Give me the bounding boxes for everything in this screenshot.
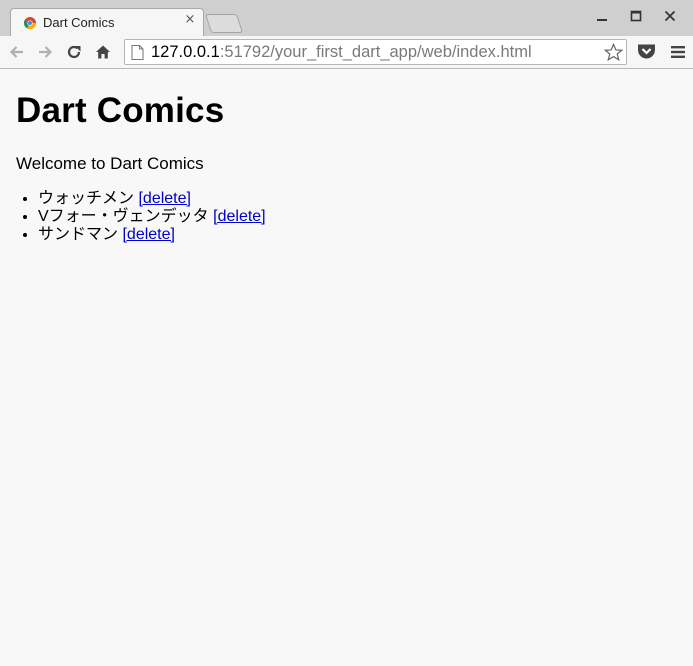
reload-button[interactable] — [63, 41, 85, 63]
forward-button[interactable] — [34, 41, 56, 63]
page-content: Dart Comics Welcome to Dart Comics ウォッチメ… — [0, 69, 693, 666]
browser-toolbar: 127.0.0.1:51792/your_first_dart_app/web/… — [0, 36, 693, 69]
forward-arrow-icon — [39, 46, 53, 58]
delete-link[interactable]: [delete] — [122, 226, 174, 243]
comics-list: ウォッチメン [delete] Vフォー・ヴェンデッタ [delete] サンド… — [16, 190, 266, 244]
title-bar: Dart Comics × — [0, 0, 693, 36]
new-tab-button[interactable] — [204, 14, 244, 33]
list-item: Vフォー・ヴェンデッタ [delete] — [38, 208, 266, 226]
reload-icon — [67, 45, 81, 59]
url-host: 127.0.0.1 — [151, 43, 220, 61]
window-controls — [585, 6, 687, 26]
comic-title: サンドマン — [38, 226, 119, 243]
comic-title: Vフォー・ヴェンデッタ — [38, 208, 209, 225]
tab-close-icon[interactable]: × — [183, 12, 197, 27]
page-icon — [131, 45, 144, 60]
list-item: サンドマン [delete] — [38, 226, 266, 244]
back-button[interactable] — [6, 41, 28, 63]
maximize-icon — [630, 10, 642, 22]
tab-title: Dart Comics — [43, 15, 115, 30]
tab-dart-comics[interactable]: Dart Comics × — [10, 8, 204, 36]
maximize-button[interactable] — [619, 6, 653, 26]
delete-link[interactable]: [delete] — [213, 208, 265, 225]
minimize-icon — [597, 19, 607, 21]
minimize-button[interactable] — [585, 6, 619, 26]
comic-title: ウォッチメン — [38, 190, 135, 207]
back-arrow-icon — [9, 46, 23, 58]
chrome-favicon-icon — [24, 17, 36, 29]
hamburger-menu-icon[interactable] — [671, 45, 685, 59]
url-path: :51792/your_first_dart_app/web/index.htm… — [219, 43, 532, 61]
close-icon — [664, 10, 676, 22]
list-item: ウォッチメン [delete] — [38, 190, 266, 208]
home-button[interactable] — [92, 41, 114, 63]
welcome-text: Welcome to Dart Comics — [16, 154, 204, 173]
home-icon — [96, 45, 110, 59]
star-icon[interactable] — [604, 43, 623, 62]
url-text: 127.0.0.1:51792/your_first_dart_app/web/… — [151, 43, 532, 62]
pocket-icon[interactable] — [637, 43, 656, 60]
close-button[interactable] — [653, 6, 687, 26]
delete-link[interactable]: [delete] — [138, 190, 190, 207]
address-bar[interactable]: 127.0.0.1:51792/your_first_dart_app/web/… — [124, 39, 627, 65]
page-title: Dart Comics — [16, 91, 225, 130]
